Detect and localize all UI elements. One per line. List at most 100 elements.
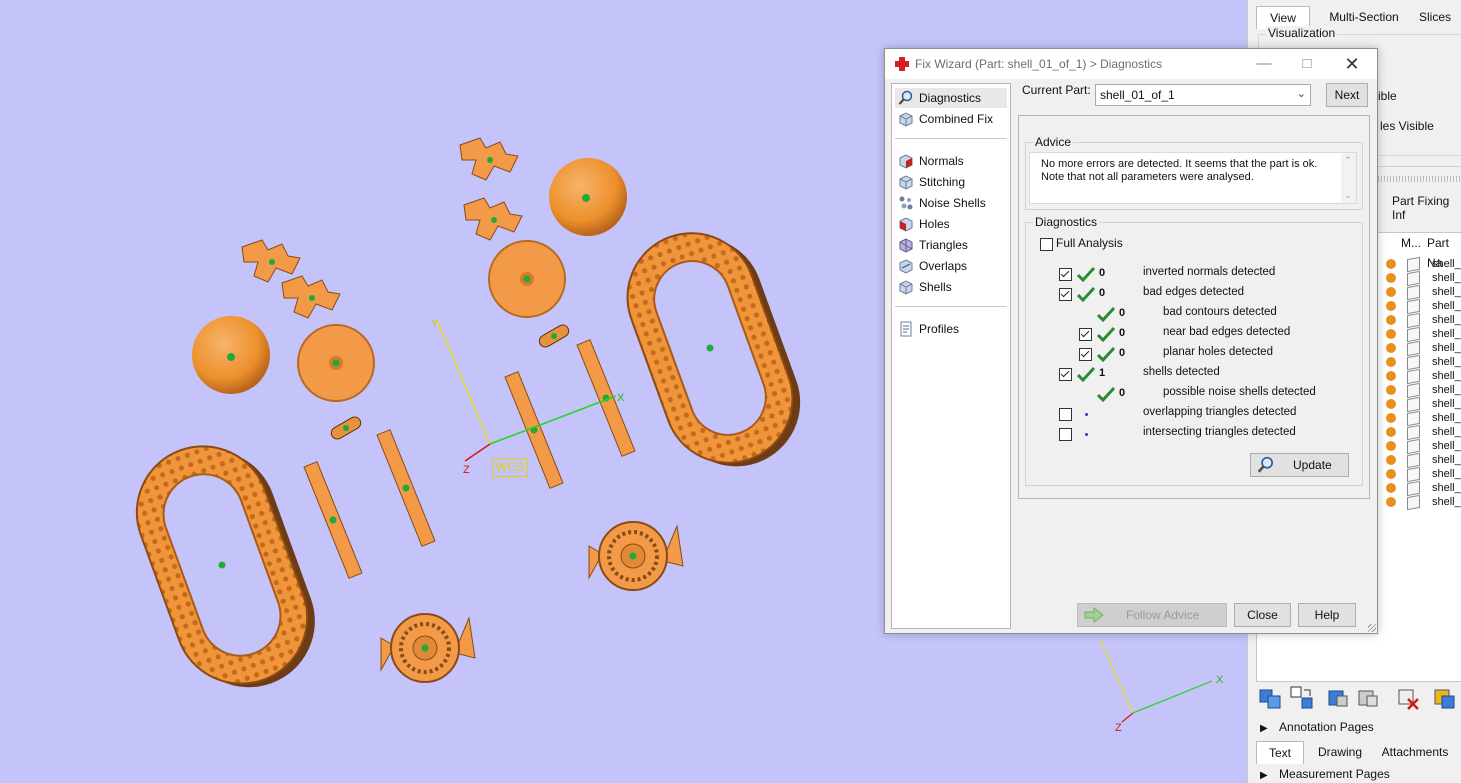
toolbar-button-6[interactable] bbox=[1430, 684, 1458, 712]
visibility-option-1[interactable]: ible bbox=[1378, 89, 1397, 103]
part-name[interactable]: shell_15 bbox=[1432, 453, 1461, 467]
close-window-button[interactable]: ✕ bbox=[1337, 53, 1367, 75]
toolbar-button-2[interactable] bbox=[1288, 684, 1316, 712]
part-name[interactable]: shell_08 bbox=[1432, 355, 1461, 369]
tab-slices[interactable]: Slices bbox=[1412, 6, 1458, 28]
part-color-swatch bbox=[1386, 371, 1396, 381]
tab-multi-section[interactable]: Multi-Section bbox=[1322, 6, 1406, 28]
part-cube-icon[interactable] bbox=[1407, 466, 1420, 483]
part-name[interactable]: shell_02 bbox=[1432, 271, 1461, 285]
part-name[interactable]: shell_09 bbox=[1432, 369, 1461, 383]
part-cube-icon[interactable] bbox=[1407, 480, 1420, 497]
part-name[interactable]: shell_05 bbox=[1432, 313, 1461, 327]
part-cube-icon[interactable] bbox=[1407, 438, 1420, 455]
nav-holes[interactable]: Holes bbox=[895, 214, 1007, 234]
tab-text[interactable]: Text bbox=[1256, 741, 1304, 764]
expand-arrow-icon: ▶ bbox=[1260, 723, 1268, 734]
part-name[interactable]: shell_14 bbox=[1432, 439, 1461, 453]
part-name[interactable]: shell_04 bbox=[1432, 299, 1461, 313]
part-name[interactable]: shell_10 bbox=[1432, 383, 1461, 397]
full-analysis-checkbox[interactable] bbox=[1040, 238, 1053, 251]
part-cube-icon[interactable] bbox=[1407, 326, 1420, 343]
advice-textbox[interactable]: No more errors are detected. It seems th… bbox=[1029, 152, 1357, 204]
nav-profiles[interactable]: Profiles bbox=[895, 319, 1007, 339]
part-cube-icon[interactable] bbox=[1407, 340, 1420, 357]
part-cube-icon[interactable] bbox=[1407, 354, 1420, 371]
annotation-pages-section[interactable]: ▶ Annotation Pages bbox=[1260, 720, 1374, 734]
part-color-swatch bbox=[1386, 413, 1396, 423]
resize-grip[interactable] bbox=[1368, 624, 1376, 632]
part-name[interactable]: shell_03 bbox=[1432, 285, 1461, 299]
part-cube-icon[interactable] bbox=[1407, 298, 1420, 315]
nav-shells[interactable]: Shells bbox=[895, 277, 1007, 297]
nav-noise-shells[interactable]: Noise Shells bbox=[895, 193, 1007, 213]
part-cube-icon[interactable] bbox=[1407, 494, 1420, 511]
part-color-swatch bbox=[1386, 441, 1396, 451]
help-button[interactable]: Help bbox=[1298, 603, 1356, 627]
view-tabs: View Multi-Section Slices bbox=[1256, 6, 1461, 29]
next-button[interactable]: Next bbox=[1326, 83, 1368, 107]
part-cube-icon[interactable] bbox=[1407, 256, 1420, 273]
part-name[interactable]: shell_17 bbox=[1432, 481, 1461, 495]
part-cube-icon[interactable] bbox=[1407, 410, 1420, 427]
part-cube-icon[interactable] bbox=[1407, 270, 1420, 287]
nav-triangles[interactable]: Triangles bbox=[895, 235, 1007, 255]
nav-overlaps[interactable]: Overlaps bbox=[895, 256, 1007, 276]
part-name[interactable]: shell_01 bbox=[1432, 257, 1461, 271]
part-cube-icon[interactable] bbox=[1407, 284, 1420, 301]
toolbar-button-3[interactable] bbox=[1324, 684, 1352, 712]
part-name[interactable]: shell_18 bbox=[1432, 495, 1461, 509]
part-name[interactable]: shell_07 bbox=[1432, 341, 1461, 355]
arrow-right-icon bbox=[1084, 607, 1104, 623]
part-name[interactable]: shell_12 bbox=[1432, 411, 1461, 425]
part-name[interactable]: shell_11 bbox=[1432, 397, 1461, 411]
maximize-button[interactable]: □ bbox=[1292, 53, 1322, 75]
toolbar-button-4[interactable] bbox=[1354, 684, 1382, 712]
follow-advice-label: Follow Advice bbox=[1126, 608, 1200, 622]
nav-normals[interactable]: Normals bbox=[895, 151, 1007, 171]
diagnostic-checkbox[interactable] bbox=[1059, 368, 1072, 381]
diagnostic-checkbox[interactable] bbox=[1059, 408, 1072, 421]
update-button[interactable]: Update bbox=[1250, 453, 1349, 477]
nav-stitching[interactable]: Stitching bbox=[895, 172, 1007, 192]
part-cube-icon[interactable] bbox=[1407, 382, 1420, 399]
diagnostics-panel: Advice No more errors are detected. It s… bbox=[1018, 115, 1370, 499]
wizard-nav: Diagnostics Combined Fix Normals Stitchi… bbox=[891, 83, 1011, 629]
diagnostic-checkbox[interactable] bbox=[1059, 268, 1072, 281]
part-name[interactable]: shell_16 bbox=[1432, 467, 1461, 481]
toolbar-button-1[interactable] bbox=[1256, 684, 1284, 712]
advice-text: No more errors are detected. It seems th… bbox=[1041, 158, 1318, 183]
part-name[interactable]: shell_06 bbox=[1432, 327, 1461, 341]
follow-advice-button[interactable]: Follow Advice bbox=[1077, 603, 1227, 627]
column-visibility[interactable]: M... bbox=[1401, 233, 1421, 253]
close-button[interactable]: Close bbox=[1234, 603, 1291, 627]
dialog-titlebar[interactable]: Fix Wizard (Part: shell_01_of_1) > Diagn… bbox=[885, 49, 1377, 79]
diagnostic-checkbox[interactable] bbox=[1059, 428, 1072, 441]
update-label: Update bbox=[1293, 458, 1332, 472]
green-check-icon bbox=[1076, 266, 1096, 283]
current-part-select[interactable]: shell_01_of_1 ⌄ bbox=[1095, 84, 1311, 106]
diagnostic-checkbox[interactable] bbox=[1079, 348, 1092, 361]
minimize-button[interactable]: — bbox=[1249, 53, 1279, 75]
diagnostic-checkbox[interactable] bbox=[1059, 288, 1072, 301]
part-cube-icon[interactable] bbox=[1407, 312, 1420, 329]
visibility-option-2[interactable]: les Visible bbox=[1380, 119, 1434, 133]
measurement-pages-section[interactable]: ▶ Measurement Pages bbox=[1260, 767, 1390, 781]
diagnostic-checkbox[interactable] bbox=[1079, 328, 1092, 341]
tab-attachments[interactable]: Attachments bbox=[1378, 741, 1452, 763]
part-cube-icon[interactable] bbox=[1407, 452, 1420, 469]
expand-arrow-icon: ▶ bbox=[1260, 770, 1268, 781]
part-cube-icon[interactable] bbox=[1407, 396, 1420, 413]
diagnostic-count: 0 bbox=[1119, 387, 1126, 399]
advice-scrollbar[interactable]: ⌃ ⌄ bbox=[1341, 153, 1356, 203]
nav-combined-fix[interactable]: Combined Fix bbox=[895, 109, 1007, 129]
tab-drawing[interactable]: Drawing bbox=[1312, 741, 1368, 763]
part-cube-icon[interactable] bbox=[1407, 368, 1420, 385]
part-name[interactable]: shell_13 bbox=[1432, 425, 1461, 439]
part-cube-icon[interactable] bbox=[1407, 424, 1420, 441]
column-part-name[interactable]: Part Na bbox=[1427, 233, 1461, 270]
part-color-swatch bbox=[1386, 273, 1396, 283]
splitter-grip[interactable] bbox=[1378, 176, 1461, 182]
nav-diagnostics[interactable]: Diagnostics bbox=[895, 88, 1007, 108]
toolbar-button-5[interactable] bbox=[1394, 684, 1422, 712]
